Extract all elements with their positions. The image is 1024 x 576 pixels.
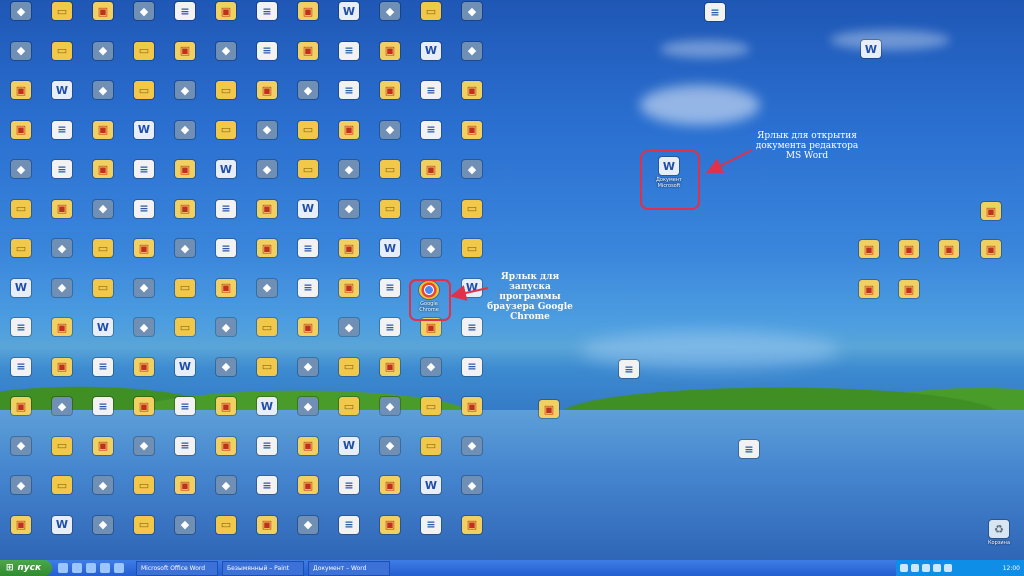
desktop: ◆ ◆ ▣ ▣ ◆ ▭ ▭ W ≡ ≡ ▣ ◆ ◆ ▣ ▭ ▭ W ≡ ≡ ▣ ◆ ◆ ▣ ▣ ◆ ▭ ▭ W ▣ ◆ ◆ ▣ ▣ ◆ ▭ ▭ W ≡ ≡ ▣…	[0, 0, 1024, 560]
icon-label	[530, 420, 568, 432]
tray-icon[interactable]	[900, 564, 908, 572]
taskbar: ⊞ пуск Microsoft Office Word Безымянный …	[0, 560, 1024, 576]
icon-label	[610, 380, 648, 392]
text-document-icon: ≡	[739, 440, 759, 458]
recycle-bin[interactable]: ♻ Корзина	[980, 520, 1018, 558]
tray-icon[interactable]	[933, 564, 941, 572]
desktop-icon[interactable]: ▣	[930, 240, 968, 278]
media-icon: ▣	[981, 202, 1001, 220]
icon-label	[730, 460, 768, 472]
desktop-icon[interactable]: ▣	[850, 240, 888, 278]
image-icon: ▣	[539, 400, 559, 418]
desktop-icon[interactable]: ▣	[972, 240, 1010, 278]
system-tray: 12:00	[896, 560, 1024, 576]
icon-label: Корзина	[987, 540, 1011, 546]
desktop-icon[interactable]: ≡	[696, 3, 734, 41]
media-icon: ▣	[899, 280, 919, 298]
desktop-icon[interactable]: ▣	[972, 202, 1010, 240]
quick-launch-icon[interactable]	[58, 563, 68, 573]
quick-launch	[58, 563, 124, 573]
icon-label	[890, 300, 928, 312]
word-arrow	[706, 149, 753, 173]
desktop-icon[interactable]: ▣	[530, 400, 568, 438]
icon-label	[850, 300, 888, 312]
tray-icon[interactable]	[922, 564, 930, 572]
taskbar-button[interactable]: Безымянный – Paint	[222, 560, 304, 576]
quick-launch-icon[interactable]	[100, 563, 110, 573]
document-icon: ≡	[705, 3, 725, 21]
chrome-arrow	[450, 285, 489, 301]
text-document-icon: ≡	[619, 360, 639, 378]
clock: 12:00	[1002, 564, 1020, 572]
windows-logo-icon: ⊞	[6, 563, 14, 573]
tray-icon[interactable]	[911, 564, 919, 572]
icon-label	[972, 222, 1010, 234]
quick-launch-icon[interactable]	[86, 563, 96, 573]
desktop-icon[interactable]: W	[852, 40, 890, 78]
icon-label	[850, 260, 888, 272]
media-icon: ▣	[859, 280, 879, 298]
recycle-bin-icon: ♻	[989, 520, 1009, 538]
media-icon: ▣	[981, 240, 1001, 258]
icon-label	[852, 60, 890, 72]
quick-launch-icon[interactable]	[114, 563, 124, 573]
desktop-icon[interactable]: ≡	[730, 440, 768, 478]
desktop-icon[interactable]: ▣	[890, 280, 928, 318]
icon-label	[930, 260, 968, 272]
tray-icon[interactable]	[944, 564, 952, 572]
icon-label	[696, 23, 734, 35]
desktop-icon[interactable]: ▣	[850, 280, 888, 318]
media-icon: ▣	[859, 240, 879, 258]
taskbar-button[interactable]: Microsoft Office Word	[136, 560, 218, 576]
icon-label	[890, 260, 928, 272]
icon-label	[972, 260, 1010, 272]
desktop-icon[interactable]: ≡	[610, 360, 648, 398]
word-document-icon: W	[861, 40, 881, 58]
start-label: пуск	[17, 563, 42, 573]
media-icon: ▣	[899, 240, 919, 258]
quick-launch-icon[interactable]	[72, 563, 82, 573]
media-icon: ▣	[939, 240, 959, 258]
start-button[interactable]: ⊞ пуск	[0, 560, 52, 576]
taskbar-button[interactable]: Документ – Word	[308, 560, 390, 576]
desktop-icon[interactable]: ▣	[890, 240, 928, 278]
